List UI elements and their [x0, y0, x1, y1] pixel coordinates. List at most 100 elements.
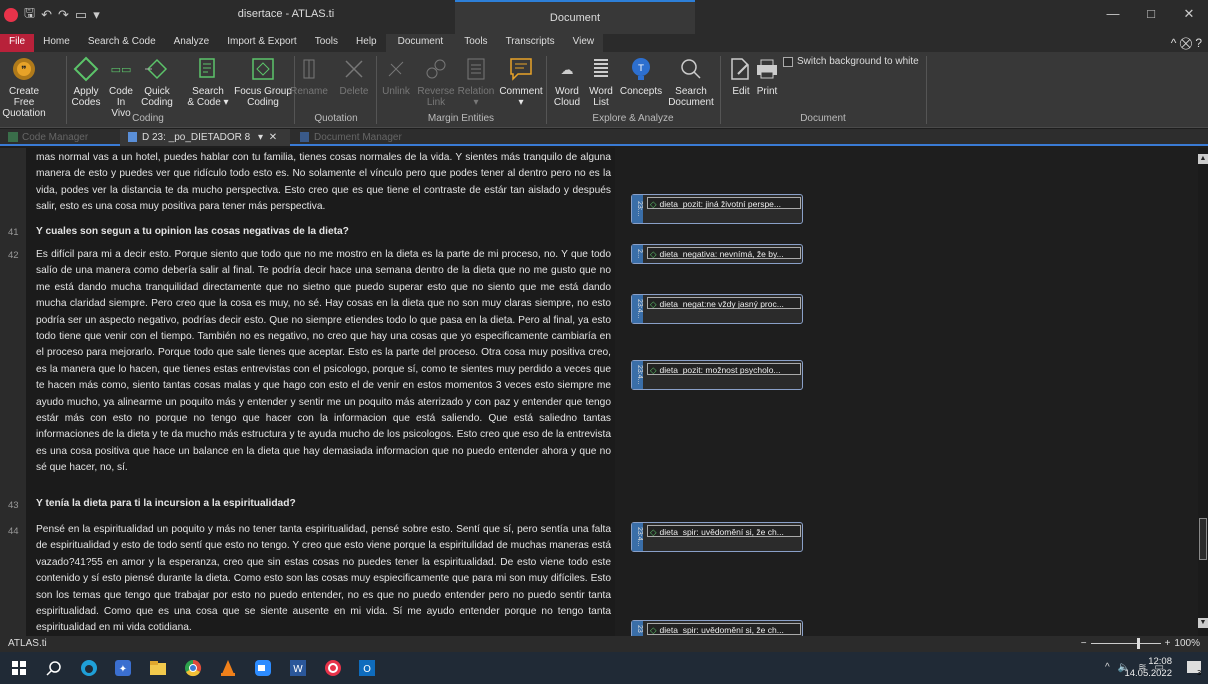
- in-vivo-icon: ▭▭: [111, 63, 132, 76]
- comment-icon: [510, 58, 532, 81]
- word-list-button[interactable]: Word List: [584, 54, 618, 108]
- tab-analyze[interactable]: Analyze: [165, 34, 219, 52]
- code-diamond-icon: ◇: [650, 299, 657, 309]
- margin-code-entry[interactable]: 23:... ◇ dieta_pozit: jiná životní perspe…: [631, 194, 803, 224]
- margin-code-entry[interactable]: 23:4... ◇ dieta_pozit: možnost psycholo..…: [631, 360, 803, 390]
- tab-import-export[interactable]: Import & Export: [218, 34, 305, 52]
- checkbox-icon[interactable]: [783, 56, 793, 67]
- chrome-icon[interactable]: [184, 659, 202, 677]
- paragraph-41[interactable]: Y cuales son segun a tu opinion las cosa…: [36, 224, 611, 240]
- margin-code-entry[interactable]: 23:4... ◇ dieta_spir: uvědomění si, že ch…: [631, 522, 803, 552]
- tab-dropdown-icon[interactable]: ▾: [258, 132, 263, 143]
- reverse-link-icon: [426, 59, 446, 79]
- edge-icon[interactable]: [80, 659, 98, 677]
- redo-icon[interactable]: ↷: [58, 7, 69, 23]
- code-in-vivo-button[interactable]: ▭▭ Code In Vivo: [104, 54, 138, 119]
- search-icon[interactable]: [45, 659, 63, 677]
- zoom-out-button[interactable]: −: [1081, 638, 1087, 649]
- tab-tools[interactable]: Tools: [306, 34, 347, 52]
- tab-file[interactable]: File: [0, 34, 35, 52]
- zoom-slider[interactable]: [1090, 638, 1161, 649]
- word-icon[interactable]: W: [289, 659, 307, 677]
- zoom-control[interactable]: − + 100%: [1081, 638, 1200, 649]
- paragraph-42[interactable]: Es difícil para mi a decir esto. Porque …: [36, 247, 611, 477]
- word-cloud-button[interactable]: ☁ Word Cloud: [550, 54, 584, 108]
- tab-search-code[interactable]: Search & Code: [79, 34, 165, 52]
- margin-code-entry[interactable]: 23 ◇ dieta_spir: uvědomění si, že ch...: [631, 620, 803, 636]
- tab-document[interactable]: Document: [385, 34, 456, 52]
- ribbon-tabs: File Home Search & Code Analyze Import &…: [0, 34, 1208, 52]
- reverse-link-button[interactable]: Reverse Link: [416, 54, 456, 108]
- customize-qa-icon[interactable]: ▾: [93, 7, 100, 23]
- zoom-slider-knob[interactable]: [1136, 638, 1140, 649]
- scroll-thumb[interactable]: [1199, 518, 1207, 560]
- svg-text:✦: ✦: [119, 664, 127, 675]
- scroll-down-icon[interactable]: ▼: [1198, 618, 1208, 628]
- minimize-button[interactable]: —: [1094, 0, 1132, 28]
- paragraph-40[interactable]: mas normal vas a un hotel, puedes hablar…: [36, 150, 611, 216]
- focus-group-coding-button[interactable]: Focus Group Coding: [234, 54, 292, 108]
- scroll-up-icon[interactable]: ▲: [1198, 154, 1208, 164]
- undo-icon[interactable]: ↶: [41, 7, 52, 23]
- window-icon[interactable]: ▭: [75, 7, 87, 23]
- margin-area: 23:... ◇ dieta_pozit: jiná životní perspe…: [615, 148, 1200, 636]
- tab-document-manager[interactable]: Document Manager: [292, 129, 410, 146]
- margin-code-entry[interactable]: 23:4... ◇ dieta_negat:ne vždy jasný proc.…: [631, 294, 803, 324]
- atlas-taskbar-icon[interactable]: [324, 659, 342, 677]
- print-button[interactable]: Print: [754, 54, 780, 97]
- vertical-scrollbar[interactable]: ▲ ▼: [1198, 148, 1208, 636]
- ribbon: ❞ Create Free Quotation Apply Codes ▭▭ Cod…: [0, 52, 1208, 128]
- quotation-icon: ❞: [13, 58, 35, 80]
- paragraph-43[interactable]: Y tenía la dieta para ti la incursion a …: [36, 496, 611, 512]
- close-button[interactable]: ✕: [1170, 0, 1208, 28]
- zoom-app-icon[interactable]: [254, 659, 272, 677]
- document-text-pane[interactable]: mas normal vas a un hotel, puedes hablar…: [0, 148, 615, 636]
- tab-help[interactable]: Help: [347, 34, 386, 52]
- create-free-quotation-button[interactable]: ❞ Create Free Quotation: [2, 54, 46, 119]
- outlook-icon[interactable]: O: [358, 659, 376, 677]
- tab-home[interactable]: Home: [34, 34, 79, 52]
- clock[interactable]: 12:08 14.05.2022: [1124, 656, 1172, 680]
- ribbon-collapse-icon[interactable]: ^ ⛒ ?: [1171, 36, 1202, 51]
- svg-text:▭▭: ▭▭: [111, 63, 132, 76]
- group-label-margin-entities: Margin Entities: [427, 113, 495, 124]
- windows-taskbar: ✦ W O ^ 🔈 ≋ ▭ 12:08 14.05.2022 3: [0, 652, 1208, 684]
- title-bar: 🖫 ↶ ↷ ▭ ▾ disertace - ATLAS.ti Document …: [0, 0, 1208, 34]
- file-explorer-icon[interactable]: [149, 659, 167, 677]
- teams-icon[interactable]: ✦: [114, 659, 132, 677]
- search-code-button[interactable]: Search & Code ▾: [186, 54, 230, 108]
- concepts-button[interactable]: T Concepts: [618, 54, 664, 97]
- unlink-icon: [388, 61, 404, 77]
- switch-background-checkbox[interactable]: Switch background to white: [783, 56, 919, 67]
- search-document-button[interactable]: Search Document: [666, 54, 716, 108]
- edit-button[interactable]: Edit: [728, 54, 754, 97]
- windows-start-icon[interactable]: [10, 659, 28, 677]
- relation-button[interactable]: Relation ▾: [456, 54, 496, 108]
- save-icon[interactable]: 🖫: [24, 4, 35, 26]
- line-number-gutter: [0, 148, 26, 636]
- vlc-icon[interactable]: [219, 659, 237, 677]
- comment-button[interactable]: Comment ▾: [498, 54, 544, 108]
- svg-text:O: O: [363, 664, 371, 675]
- tab-doc-tools[interactable]: Tools: [455, 34, 497, 52]
- tab-code-manager[interactable]: Code Manager: [0, 129, 96, 146]
- unlink-button[interactable]: Unlink: [376, 54, 416, 97]
- delete-button[interactable]: Delete: [336, 54, 372, 97]
- quotation-id: 23:...: [632, 195, 643, 223]
- rename-button[interactable]: Rename: [286, 54, 332, 97]
- window-title: disertace - ATLAS.ti: [237, 8, 335, 20]
- document-manager-icon: [300, 132, 309, 142]
- paragraph-44[interactable]: Pensé en la espiritualidad un poquito y …: [36, 522, 611, 636]
- quick-coding-button[interactable]: Quick Coding: [138, 54, 176, 108]
- margin-code-entry[interactable]: 2... ◇ dieta_negativa: nevnímá, že by...: [631, 244, 803, 264]
- tab-document-d23[interactable]: D 23: _po_DIETADOR 8 ▾ ✕: [120, 129, 290, 146]
- tab-close-icon[interactable]: ✕: [269, 132, 277, 143]
- code-manager-icon: [8, 132, 18, 142]
- zoom-in-button[interactable]: +: [1165, 638, 1171, 649]
- maximize-button[interactable]: □: [1132, 0, 1170, 28]
- tab-transcripts[interactable]: Transcripts: [496, 34, 564, 52]
- apply-codes-button[interactable]: Apply Codes: [68, 54, 104, 108]
- search-code-icon: [199, 58, 215, 78]
- tab-view[interactable]: View: [563, 34, 604, 52]
- notification-icon[interactable]: 3: [1186, 660, 1202, 677]
